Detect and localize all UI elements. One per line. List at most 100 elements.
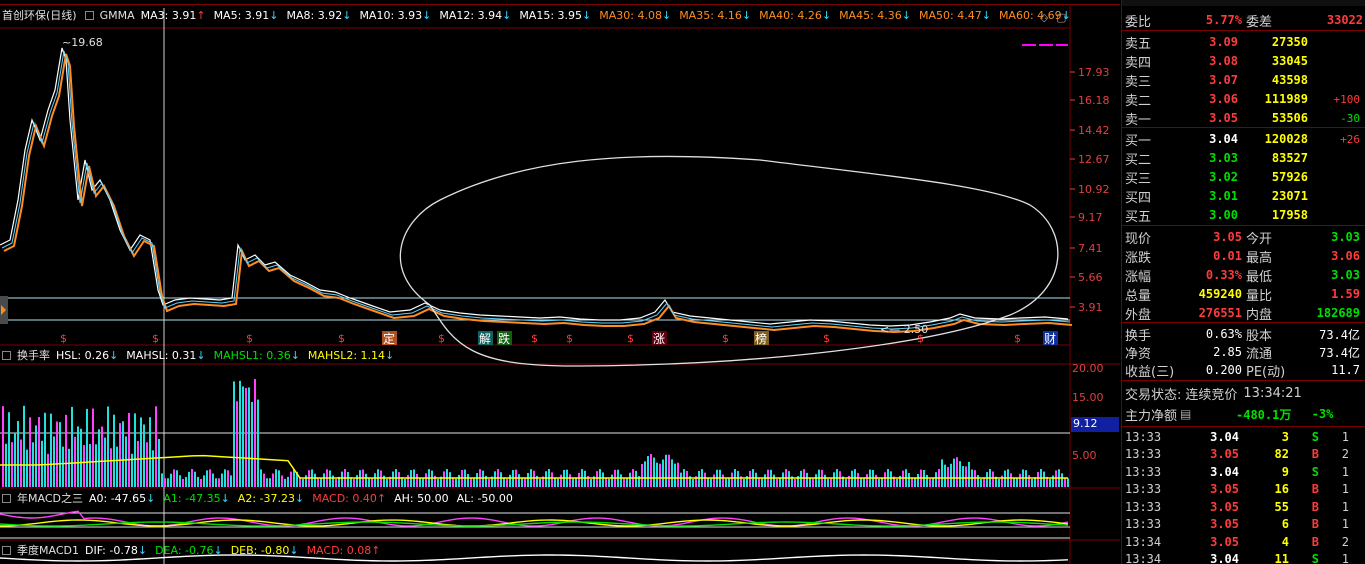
turnover-bar <box>407 475 409 487</box>
order-level-price: 3.00 <box>1209 208 1238 222</box>
event-marker[interactable]: 跌 <box>498 331 510 346</box>
main-force-icon[interactable]: ▤ <box>1180 407 1191 421</box>
turnover-bar <box>260 469 262 487</box>
event-marker[interactable]: 解 <box>479 332 491 346</box>
order-level-label: 卖三 <box>1125 74 1152 90</box>
turnover-bar <box>812 478 814 487</box>
order-book-row[interactable]: 买四 3.01 23071 <box>1122 187 1365 206</box>
turnover-bar <box>731 472 733 487</box>
turnover-bar <box>947 466 949 487</box>
turnover-bar <box>626 477 628 487</box>
turnover-axis-15: 15.00 <box>1072 391 1104 404</box>
dividend-marker-icon[interactable]: $ <box>627 332 634 345</box>
order-book-row[interactable]: 卖二 3.06 111989 +100 <box>1122 90 1365 109</box>
chart-canvas[interactable]: 17.93 16.18 14.42 12.67 10.92 9.17 7.41 5.66 3.9… <box>0 0 1120 564</box>
chart-settings-icon: ▢ <box>1056 11 1066 24</box>
event-marker[interactable]: 定 <box>383 331 395 346</box>
quote-label: 涨跌 <box>1125 250 1152 266</box>
dividend-marker-icon[interactable]: $ <box>246 332 253 345</box>
order-diff-label: 委差 <box>1246 14 1273 30</box>
event-marker[interactable]: 涨 <box>653 331 665 346</box>
quarter-macd-bar: 季度MACD1 DIF: -0.78↓ DEA: -0.76↓ DEB: -0.80… <box>0 541 388 559</box>
turnover-bar <box>473 477 475 487</box>
indicator-value: MAHSL2: 1.14↓ <box>307 348 395 362</box>
turnover-bar <box>287 476 289 487</box>
turnover-bar <box>134 413 136 487</box>
order-book-row[interactable]: 买二 3.03 83527 <box>1122 149 1365 168</box>
chart-area[interactable]: 首创环保(日线) GMMA MA3: 3.91↑ MA5: 3.91↓ MA8: 3… <box>0 0 1120 564</box>
turnover-bar <box>881 477 883 487</box>
indicator-select-icon[interactable] <box>2 350 11 360</box>
turnover-bar <box>20 439 22 487</box>
turnover-bar <box>26 449 28 487</box>
turnover-bar <box>314 473 316 487</box>
turnover-bar <box>29 417 31 487</box>
event-marker[interactable]: 财 <box>1044 332 1056 346</box>
turnover-bar <box>620 474 622 487</box>
arrow-down-icon: ↓ <box>385 348 395 362</box>
order-level-label: 卖一 <box>1125 112 1152 128</box>
order-book-row[interactable]: 买一 3.04 120028 +26 <box>1122 130 1365 149</box>
dividend-marker-icon[interactable]: $ <box>531 332 538 345</box>
turnover-bar <box>857 472 859 487</box>
dividend-marker-icon[interactable]: $ <box>60 332 67 345</box>
turnover-bar <box>773 474 775 487</box>
price-axis-tick: 16.18 <box>1078 94 1110 107</box>
trade-row: 13:34 3.04 11 S 1 <box>1122 551 1365 564</box>
turnover-bar <box>80 428 82 487</box>
turnover-bar <box>653 457 655 487</box>
order-book-row[interactable]: 卖五 3.09 27350 <box>1122 33 1365 52</box>
indicator-value: MACD: 0.40↑ <box>312 491 387 505</box>
price-axis-tick: 9.17 <box>1078 211 1103 224</box>
turnover-bar <box>47 453 49 487</box>
turnover-bar <box>458 474 460 487</box>
dividend-marker-icon[interactable]: $ <box>566 332 573 345</box>
annual-macd-name[interactable]: 年MACD之三 <box>17 490 83 506</box>
turnover-bar <box>815 474 817 487</box>
dividend-marker-icon[interactable]: $ <box>823 332 830 345</box>
indicator-select-icon[interactable] <box>2 493 11 503</box>
order-book-row[interactable]: 卖三 3.07 43598 <box>1122 71 1365 90</box>
turnover-bar <box>335 478 337 487</box>
turnover-bar <box>245 387 247 487</box>
dividend-marker-icon[interactable]: $ <box>152 332 159 345</box>
dividend-marker-icon[interactable]: $ <box>338 332 345 345</box>
dividend-marker-icon[interactable]: $ <box>722 332 729 345</box>
turnover-bar <box>662 459 664 487</box>
turnover-bar <box>50 413 52 487</box>
turnover-bar <box>1031 478 1033 487</box>
quote-label: 今开 <box>1246 231 1273 247</box>
turnover-bar <box>578 472 580 487</box>
turnover-bar <box>2 406 4 487</box>
turnover-bar <box>827 478 829 487</box>
indicator-select-icon[interactable] <box>2 545 11 555</box>
turnover-bar <box>143 424 145 487</box>
main-force-row[interactable]: 主力净额 ▤ -480.1万 -3% <box>1122 405 1365 424</box>
quarter-macd-name[interactable]: 季度MACD1 <box>17 542 79 558</box>
turnover-bar <box>170 473 172 487</box>
order-book-row[interactable]: 买五 3.00 17958 <box>1122 206 1365 225</box>
order-book-row[interactable]: 卖一 3.05 53506 -30 <box>1122 109 1365 128</box>
turnover-bar <box>737 471 739 487</box>
turnover-bar <box>722 474 724 487</box>
turnover-bar <box>212 473 214 487</box>
indicator-value: AH: 50.00 <box>394 491 449 505</box>
turnover-bar <box>221 473 223 487</box>
turnover-bar <box>911 477 913 487</box>
turnover-name[interactable]: 换手率 <box>17 347 50 363</box>
turnover-bar <box>62 446 64 487</box>
turnover-bar <box>1043 471 1045 487</box>
order-level-change: -30 <box>1340 111 1360 125</box>
dividend-marker-icon[interactable]: $ <box>438 332 445 345</box>
turnover-bar <box>533 470 535 487</box>
event-marker[interactable]: 榜 <box>755 331 767 346</box>
turnover-bar <box>305 475 307 487</box>
order-book-row[interactable]: 买三 3.02 57926 <box>1122 168 1365 187</box>
turnover-bar <box>1028 475 1030 487</box>
price-axis-tick: 10.92 <box>1078 183 1110 196</box>
turnover-bar <box>17 421 19 487</box>
turnover-bar <box>230 475 232 487</box>
order-book-row[interactable]: 卖四 3.08 33045 <box>1122 52 1365 71</box>
turnover-bar <box>269 478 271 487</box>
dividend-marker-icon[interactable]: $ <box>1014 332 1021 345</box>
